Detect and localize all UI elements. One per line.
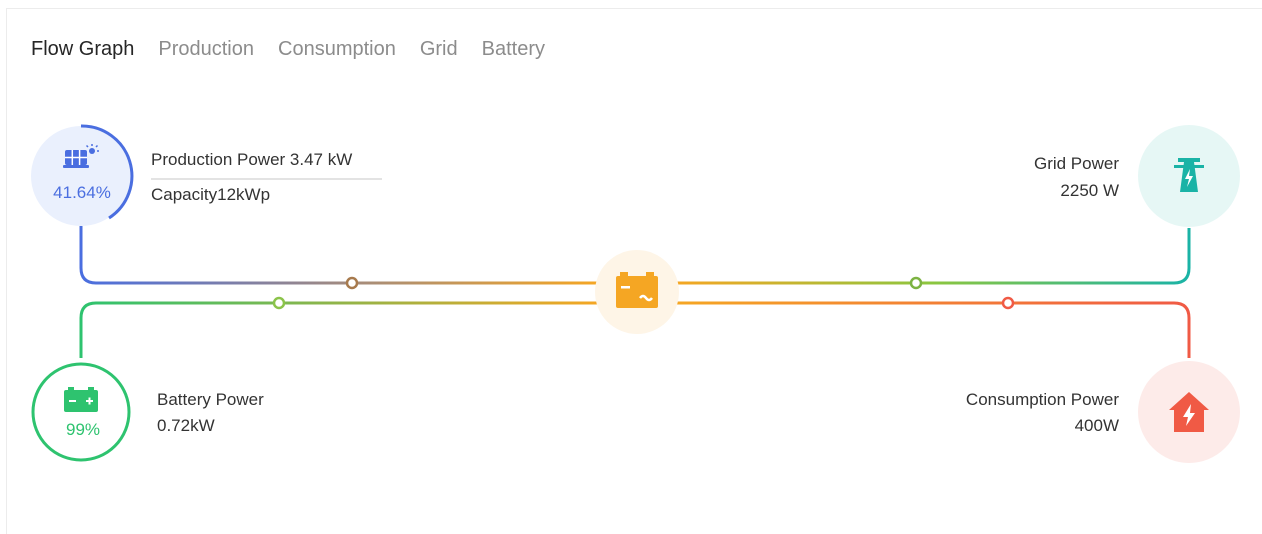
grid-node[interactable] (1138, 125, 1240, 227)
consumption-power-value: 400W (1074, 416, 1119, 435)
flow-graph (31, 124, 1240, 463)
consumption-flow-line (676, 301, 1191, 358)
consumption-flow-dot (1001, 296, 1015, 310)
battery-icon (64, 387, 98, 412)
battery-flow-dot (272, 296, 286, 310)
production-divider (151, 178, 382, 180)
grid-flow-dot (909, 276, 923, 290)
inverter-icon (616, 272, 658, 308)
battery-percent: 99% (65, 420, 101, 439)
grid-power-value: 2250 W (1060, 181, 1119, 200)
production-node[interactable] (31, 124, 134, 226)
inverter-node[interactable] (595, 250, 679, 334)
battery-power-value: 0.72kW (157, 416, 215, 435)
production-power-line: Production Power 3.47 kW (151, 149, 352, 171)
battery-flow-line (79, 301, 598, 358)
grid-flow-line (676, 228, 1191, 285)
production-percent: 41.64% (53, 183, 111, 202)
production-capacity: Capacity12kWp (151, 185, 271, 204)
grid-power-label: Grid Power (1033, 154, 1119, 173)
consumption-power-label: Consumption Power (965, 390, 1119, 409)
battery-power-label: Battery Power (157, 390, 264, 409)
production-flow-dot (345, 276, 359, 290)
battery-node[interactable] (31, 362, 131, 462)
production-power-value: 3.47 kW (289, 150, 353, 169)
consumption-node[interactable] (1138, 361, 1240, 463)
production-flow-line (79, 226, 598, 285)
production-power-label: Production Power (151, 150, 286, 169)
